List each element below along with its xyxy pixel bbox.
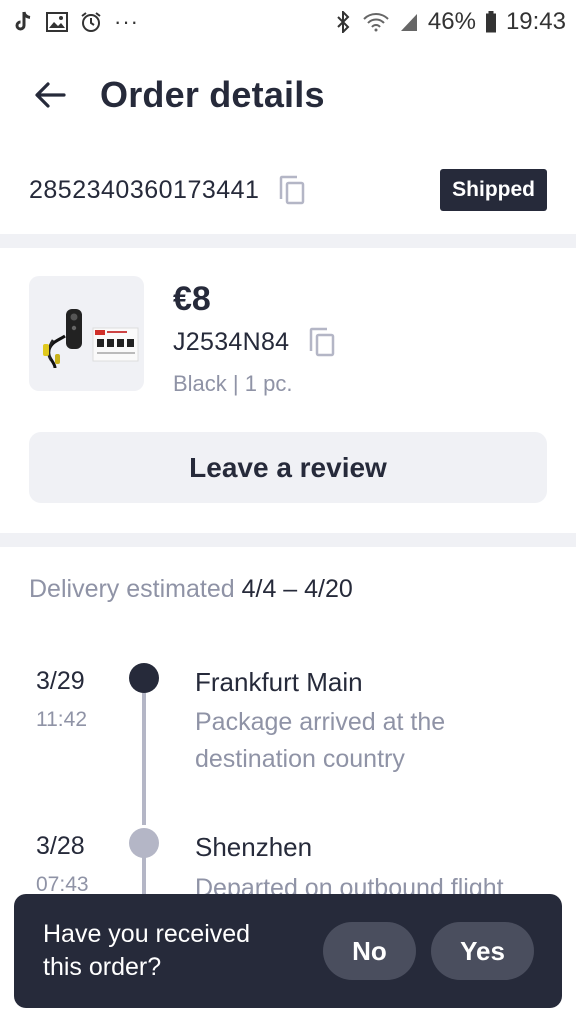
- delivery-label: Delivery estimated: [29, 575, 235, 603]
- status-bar: ··· 46% 19:43: [0, 0, 576, 44]
- status-bar-left: ···: [12, 9, 139, 35]
- tiktok-icon: [12, 11, 34, 33]
- page-title: Order details: [100, 74, 325, 115]
- more-dots-icon: ···: [114, 9, 139, 34]
- timeline-description: Package arrived at the destination count…: [195, 708, 446, 773]
- yes-button[interactable]: Yes: [431, 922, 534, 980]
- product-image[interactable]: [29, 276, 144, 391]
- order-number: 2852340360173441: [29, 175, 260, 204]
- prompt-question: Have you received this order?: [43, 920, 251, 981]
- clock: 19:43: [505, 8, 566, 35]
- copy-sku-button[interactable]: [307, 327, 337, 357]
- prompt-buttons: No Yes: [323, 922, 534, 980]
- sku-row: J2534N84: [173, 327, 337, 357]
- product-info: €8 J2534N84 Black | 1 pc.: [173, 276, 337, 396]
- product-card: €8 J2534N84 Black | 1 pc.: [29, 276, 549, 396]
- timeline-location: Shenzhen: [195, 832, 313, 862]
- battery-percent: 46%: [427, 8, 476, 35]
- product-sku: J2534N84: [173, 327, 290, 356]
- arrow-left-icon: [35, 82, 66, 108]
- product-photo-illustration: [43, 309, 139, 369]
- no-button[interactable]: No: [323, 922, 416, 980]
- timeline-date: 3/29: [36, 667, 85, 695]
- delivery-estimate: Delivery estimated 4/4 – 4/20: [29, 575, 353, 604]
- image-icon: [46, 11, 68, 33]
- section-divider: [0, 234, 576, 248]
- copy-icon: [280, 175, 305, 205]
- timeline-date: 3/28: [36, 832, 85, 860]
- timeline-time: 11:42: [36, 708, 87, 731]
- timeline-dot-active: [129, 663, 159, 693]
- bluetooth-icon: [332, 11, 354, 33]
- status-bar-right: 46% 19:43: [332, 8, 566, 36]
- signal-icon: [398, 11, 420, 33]
- battery-icon: [484, 11, 498, 33]
- wifi-icon: [362, 11, 390, 33]
- timeline-time: 07:43: [36, 873, 89, 895]
- timeline-location: Frankfurt Main: [195, 667, 363, 697]
- received-order-prompt: Have you received this order? No Yes: [14, 894, 562, 1008]
- section-divider: [0, 533, 576, 547]
- status-badge: Shipped: [440, 169, 547, 211]
- alarm-icon: [80, 11, 102, 33]
- leave-review-button[interactable]: Leave a review: [29, 432, 547, 503]
- app-header: Order details: [0, 60, 576, 130]
- tracking-timeline: 3/29 11:42 Frankfurt Main Package arrive…: [0, 655, 576, 895]
- product-price: €8: [173, 280, 211, 318]
- timeline-dot: [129, 828, 159, 858]
- copy-icon: [310, 327, 335, 357]
- timeline-description: Departed on outbound flight: [195, 874, 504, 895]
- delivery-range: 4/4 – 4/20: [241, 575, 353, 603]
- timeline-line: [142, 855, 146, 895]
- product-variant: Black | 1 pc.: [173, 371, 293, 396]
- back-button[interactable]: [20, 65, 80, 125]
- copy-order-number-button[interactable]: [277, 175, 307, 205]
- timeline-line: [142, 680, 146, 825]
- order-id-row: 2852340360173441 Shipped: [0, 162, 576, 218]
